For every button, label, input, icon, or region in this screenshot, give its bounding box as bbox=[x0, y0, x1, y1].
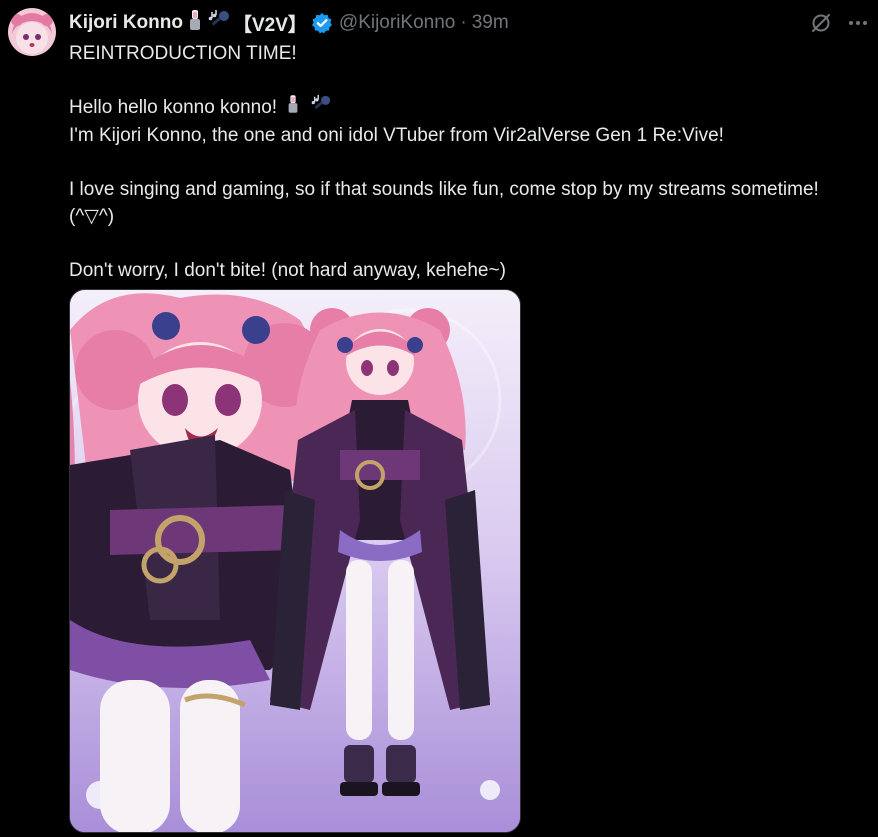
name-tag: 【V2V】 bbox=[232, 14, 307, 36]
grok-icon[interactable] bbox=[810, 12, 832, 34]
text-line: I'm Kijori Konno, the one and oni idol V… bbox=[69, 125, 724, 146]
microphone-notes-icon bbox=[207, 9, 231, 37]
post-header: Kijori Konno 【V2V】 @KijoriKonno · 39m bbox=[69, 10, 509, 36]
post-text: REINTRODUCTION TIME! Hello hello konno k… bbox=[69, 40, 869, 284]
handle[interactable]: @KijoriKonno bbox=[339, 12, 455, 34]
post-image[interactable] bbox=[69, 289, 521, 833]
avatar[interactable] bbox=[8, 8, 56, 56]
lipstick-icon bbox=[286, 94, 300, 122]
text-line: Don't worry, I don't bite! (not hard any… bbox=[69, 260, 506, 281]
text-line: Hello hello konno konno! bbox=[69, 94, 869, 122]
text-line: REINTRODUCTION TIME! bbox=[69, 43, 297, 64]
timestamp[interactable]: 39m bbox=[472, 12, 509, 34]
text-line: I love singing and gaming, so if that so… bbox=[69, 179, 819, 200]
lipstick-icon bbox=[187, 9, 203, 37]
display-name[interactable]: Kijori Konno bbox=[69, 12, 183, 34]
separator-dot: · bbox=[460, 12, 467, 33]
text-line: (^▽^) bbox=[69, 206, 115, 227]
more-options-icon[interactable] bbox=[848, 13, 868, 33]
post-actions bbox=[810, 12, 868, 34]
microphone-notes-icon bbox=[310, 94, 332, 122]
verified-badge-icon[interactable] bbox=[311, 12, 333, 34]
